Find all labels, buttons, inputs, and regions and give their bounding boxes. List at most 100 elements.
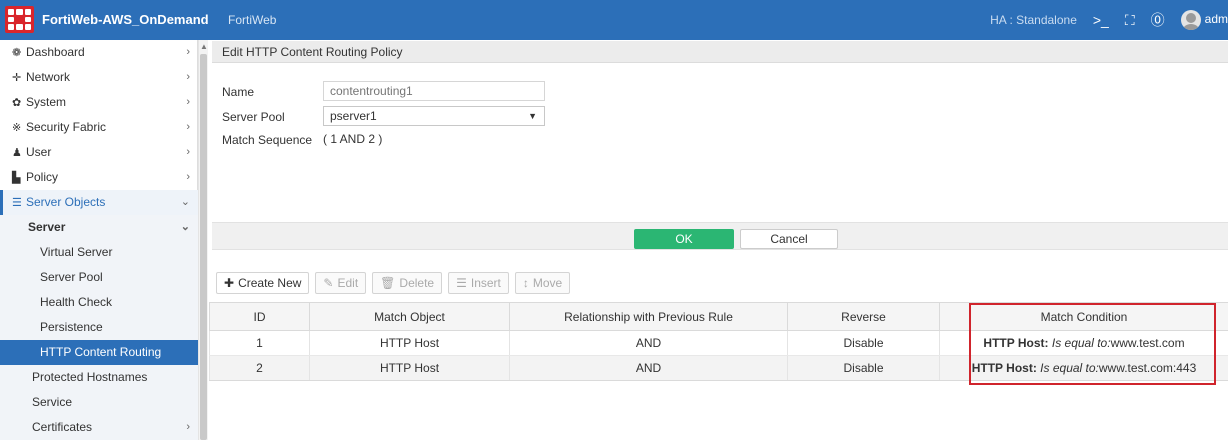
chevron-right-icon: ›	[186, 46, 190, 58]
column-header-match-object[interactable]: Match Object	[309, 302, 510, 331]
edit-button[interactable]: ✎ Edit	[315, 272, 367, 294]
sidebar-item-label: Protected Hostnames	[32, 370, 148, 384]
sidebar-item-user[interactable]: ♟ User ›	[0, 140, 198, 165]
move-arrows-icon: ↕	[522, 276, 529, 290]
scroll-up-arrow-icon[interactable]: ▲	[200, 42, 208, 51]
sidebar: ❁ Dashboard › ✛ Network › ✿ System › ※ Security…	[0, 40, 198, 440]
user-menu[interactable]: adm	[1180, 10, 1228, 30]
delete-button[interactable]: 🗑 Delete	[372, 272, 443, 294]
sidebar-item-label: HTTP Content Routing	[40, 345, 162, 359]
server-pool-value: pserver1	[330, 109, 377, 123]
sidebar-item-policy[interactable]: ▙ Policy ›	[0, 165, 198, 190]
sidebar-item-label: Server	[28, 220, 66, 234]
fullscreen-icon[interactable]: ⛶	[1125, 12, 1135, 29]
chevron-right-icon: ›	[186, 171, 190, 183]
sidebar-item-server-objects[interactable]: ☰ Server Objects ⌄	[0, 190, 198, 215]
gear-icon: ✿	[12, 97, 22, 109]
ok-button[interactable]: OK	[634, 229, 734, 249]
network-icon: ✛	[12, 72, 22, 84]
column-header-id[interactable]: ID	[209, 302, 310, 331]
sidebar-item-persistence[interactable]: Persistence	[0, 315, 198, 340]
match-sequence-value: ( 1 AND 2 )	[323, 132, 383, 146]
sidebar-item-label: Certificates	[32, 420, 93, 434]
user-name: adm	[1204, 12, 1228, 27]
sidebar-item-label: Security Fabric	[26, 120, 107, 134]
sidebar-scrollbar[interactable]: ▲	[198, 40, 208, 440]
create-new-button[interactable]: ✚ Create New	[216, 272, 310, 294]
table-row[interactable]: 1 HTTP Host AND Disable HTTP Host: Is eq…	[209, 330, 1228, 356]
chevron-right-icon: ›	[186, 71, 190, 83]
server-pool-label: Server Pool	[222, 110, 285, 124]
table-header-row: ID Match Object Relationship with Previo…	[209, 302, 1228, 331]
sidebar-item-label: User	[26, 145, 52, 159]
help-icon[interactable]: ⓪	[1151, 10, 1165, 30]
name-field[interactable]	[323, 81, 545, 101]
sidebar-item-label: Server Pool	[40, 270, 103, 284]
chevron-right-icon: ›	[186, 121, 190, 133]
cell-reverse: Disable	[787, 330, 940, 356]
sidebar-item-certificates[interactable]: Certificates ›	[0, 415, 198, 440]
sidebar-item-service[interactable]: Service	[0, 390, 198, 415]
insert-button[interactable]: ☰ Insert	[448, 272, 509, 294]
edit-label: Edit	[337, 276, 359, 290]
sidebar-item-server[interactable]: Server ⌄	[0, 215, 198, 240]
sidebar-item-label: Virtual Server	[40, 245, 113, 259]
server-pool-select[interactable]: pserver1 ▼	[323, 106, 545, 126]
cell-match-object: HTTP Host	[309, 355, 510, 381]
condition-operator: Is equal to:	[1040, 361, 1099, 375]
sidebar-item-http-content-routing[interactable]: HTTP Content Routing	[0, 340, 198, 365]
column-header-relationship[interactable]: Relationship with Previous Rule	[509, 302, 788, 331]
sidebar-item-protected-hostnames[interactable]: Protected Hostnames	[0, 365, 198, 390]
sidebar-item-dashboard[interactable]: ❁ Dashboard ›	[0, 40, 198, 65]
sidebar-item-system[interactable]: ✿ System ›	[0, 90, 198, 115]
column-header-reverse[interactable]: Reverse	[787, 302, 940, 331]
cell-relationship: AND	[509, 330, 788, 356]
cell-reverse: Disable	[787, 355, 940, 381]
sidebar-item-server-pool[interactable]: Server Pool	[0, 265, 198, 290]
scrollbar-thumb[interactable]	[200, 54, 207, 440]
ha-status: HA : Standalone	[990, 13, 1077, 27]
app-title: FortiWeb-AWS_OnDemand	[42, 12, 209, 27]
cell-match-condition: HTTP Host: Is equal to:www.test.com	[939, 330, 1228, 356]
sidebar-item-label: Health Check	[40, 295, 113, 309]
condition-key: HTTP Host:	[971, 361, 1037, 375]
create-new-label: Create New	[238, 276, 302, 290]
sidebar-item-label: System	[26, 95, 67, 109]
chevron-right-icon: ›	[186, 421, 190, 433]
sidebar-item-security-fabric[interactable]: ※ Security Fabric ›	[0, 115, 198, 140]
user-icon: ♟	[12, 147, 22, 159]
cell-id: 1	[209, 330, 310, 356]
chevron-down-icon: ⌄	[180, 196, 190, 208]
move-button[interactable]: ↕ Move	[514, 272, 571, 294]
name-label: Name	[222, 85, 255, 99]
dropdown-caret-icon: ▼	[528, 111, 537, 121]
sidebar-item-label: Server Objects	[26, 195, 106, 209]
plus-icon: ✚	[224, 276, 235, 290]
panel-title: Edit HTTP Content Routing Policy	[212, 41, 1228, 63]
insert-icon: ☰	[456, 276, 467, 290]
cli-console-icon[interactable]: >_	[1093, 12, 1109, 28]
fortinet-logo-icon	[5, 6, 34, 33]
chevron-right-icon: ›	[186, 146, 190, 158]
sidebar-item-label: Network	[26, 70, 71, 84]
move-label: Move	[532, 276, 563, 290]
condition-value: www.test.com:443	[1098, 361, 1197, 375]
cell-id: 2	[209, 355, 310, 381]
sidebar-item-label: Persistence	[40, 320, 103, 334]
cell-match-object: HTTP Host	[309, 330, 510, 356]
sidebar-item-health-check[interactable]: Health Check	[0, 290, 198, 315]
sidebar-item-network[interactable]: ✛ Network ›	[0, 65, 198, 90]
condition-key: HTTP Host:	[983, 336, 1049, 350]
cancel-button[interactable]: Cancel	[740, 229, 838, 249]
delete-label: Delete	[399, 276, 435, 290]
sidebar-item-label: Policy	[26, 170, 59, 184]
column-header-match-condition[interactable]: Match Condition	[939, 302, 1228, 331]
sidebar-item-virtual-server[interactable]: Virtual Server	[0, 240, 198, 265]
sidebar-item-label: Dashboard	[26, 45, 85, 59]
chevron-down-icon: ⌄	[180, 221, 190, 233]
table-toolbar: ✚ Create New ✎ Edit 🗑 Delete ☰ Insert ↕ Move	[216, 272, 571, 294]
match-sequence-label: Match Sequence	[222, 133, 313, 147]
main-content: Edit HTTP Content Routing Policy Name Se…	[209, 40, 1228, 440]
top-right-controls: HA : Standalone >_ ⛶ ⓪ adm	[990, 0, 1228, 40]
table-row[interactable]: 2 HTTP Host AND Disable HTTP Host: Is eq…	[209, 355, 1228, 381]
